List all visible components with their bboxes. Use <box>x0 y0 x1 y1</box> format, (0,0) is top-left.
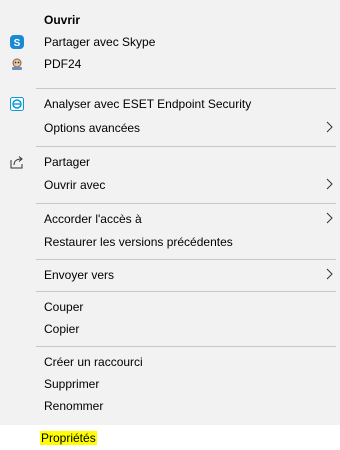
menu-item-partager-skype[interactable]: S Partager avec Skype <box>0 31 340 53</box>
menu-item-label: Couper <box>44 300 84 314</box>
menu-item-label: Ouvrir <box>44 13 81 27</box>
menu-item-restaurer-versions[interactable]: Restaurer les versions précédentes <box>0 231 340 253</box>
share-icon <box>10 155 24 169</box>
menu-item-couper[interactable]: Couper <box>0 296 340 318</box>
menu-item-proprietes[interactable]: Propriétés <box>0 427 340 449</box>
chevron-right-icon <box>326 211 334 225</box>
svg-text:S: S <box>14 38 21 49</box>
menu-item-label: Supprimer <box>44 377 100 391</box>
chevron-right-icon <box>326 267 334 281</box>
menu-item-eset-scan[interactable]: Analyser avec ESET Endpoint Security <box>0 93 340 115</box>
eset-icon <box>10 97 24 111</box>
separator <box>36 88 336 89</box>
menu-item-renommer[interactable]: Renommer <box>0 395 340 417</box>
highlighted-text: Propriétés <box>40 431 97 445</box>
menu-item-label: Renommer <box>44 399 104 413</box>
separator <box>36 346 336 347</box>
menu-item-label: Copier <box>44 322 80 336</box>
separator <box>36 146 336 147</box>
menu-item-accorder-acces[interactable]: Accorder l'accès à <box>0 208 340 230</box>
menu-item-label: Créer un raccourci <box>44 355 143 369</box>
menu-item-label: Ouvrir avec <box>44 178 106 192</box>
menu-item-envoyer-vers[interactable]: Envoyer vers <box>0 264 340 286</box>
pdf24-icon <box>10 57 24 71</box>
menu-item-options-avancees[interactable]: Options avancées <box>0 117 340 139</box>
separator <box>36 203 336 204</box>
menu-item-label: Envoyer vers <box>44 268 115 282</box>
menu-item-label: Partager avec Skype <box>44 35 156 49</box>
menu-item-label: Options avancées <box>44 121 141 135</box>
menu-item-label: Restaurer les versions précédentes <box>44 235 233 249</box>
menu-item-label: Analyser avec ESET Endpoint Security <box>44 97 252 111</box>
menu-item-creer-raccourci[interactable]: Créer un raccourci <box>0 351 340 373</box>
menu-item-label: PDF24 <box>44 57 82 71</box>
context-menu: Ouvrir S Partager avec Skype PDF24 Analy… <box>0 0 340 450</box>
menu-item-ouvrir-avec[interactable]: Ouvrir avec <box>0 174 340 196</box>
menu-item-label: Propriétés <box>40 431 97 445</box>
menu-item-pdf24[interactable]: PDF24 <box>0 53 340 75</box>
separator <box>36 291 336 292</box>
separator <box>36 259 336 260</box>
menu-item-copier[interactable]: Copier <box>0 318 340 340</box>
menu-item-partager[interactable]: Partager <box>0 151 340 173</box>
menu-item-supprimer[interactable]: Supprimer <box>0 373 340 395</box>
chevron-right-icon <box>326 177 334 191</box>
menu-item-label: Accorder l'accès à <box>44 212 142 226</box>
menu-item-ouvrir[interactable]: Ouvrir <box>0 9 340 31</box>
skype-icon: S <box>10 35 24 49</box>
menu-item-label: Partager <box>44 155 91 169</box>
chevron-right-icon <box>326 120 334 134</box>
